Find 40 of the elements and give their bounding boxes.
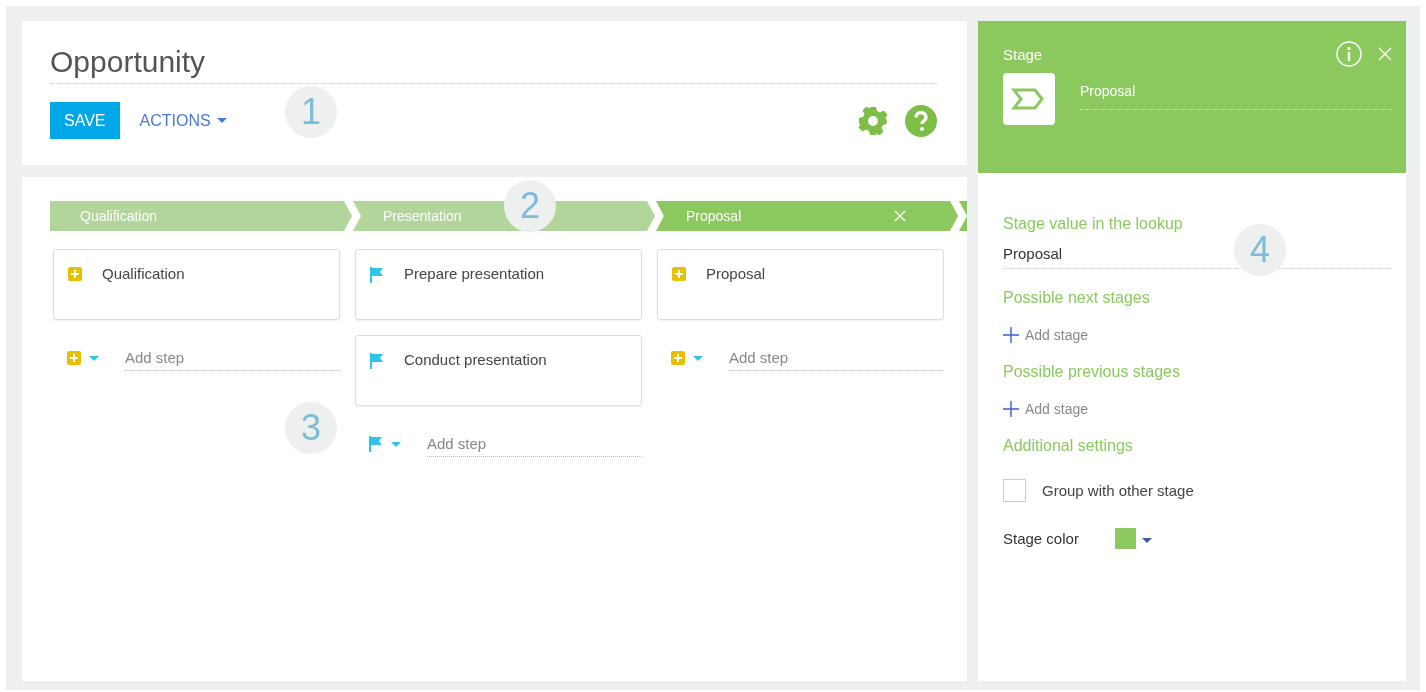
checkbox[interactable]	[1003, 479, 1026, 502]
add-stage-link[interactable]: Add stage	[1003, 401, 1392, 417]
add-stage-link[interactable]: Add stage	[1003, 327, 1392, 343]
flag-icon	[370, 353, 384, 369]
page-title: Opportunity	[50, 45, 937, 84]
step-title: Conduct presentation	[404, 351, 547, 368]
plus-icon	[672, 267, 686, 281]
step-card[interactable]: Qualification	[53, 249, 340, 320]
section-label: Possible previous stages	[1003, 363, 1181, 381]
step-title: Prepare presentation	[404, 265, 545, 282]
plus-icon	[1003, 401, 1019, 417]
checkbox-label: Group with other stage	[1042, 482, 1194, 499]
chevron-icon	[1003, 73, 1055, 125]
stage-name-field[interactable]: Proposal	[1080, 83, 1392, 110]
close-icon[interactable]	[1378, 47, 1392, 61]
flag-icon	[369, 436, 383, 452]
step-card[interactable]: Conduct presentation	[355, 335, 642, 406]
save-button[interactable]: SAVE	[50, 102, 120, 139]
section-label: Stage value in the lookup	[1003, 215, 1184, 233]
panel-title: Stage	[1003, 45, 1044, 63]
step-title: Qualification	[102, 265, 185, 282]
field-label: Stage color	[1003, 530, 1080, 547]
plus-icon	[67, 351, 81, 365]
plus-icon	[1003, 327, 1019, 343]
step-title: Proposal	[706, 265, 766, 282]
actions-button[interactable]: ACTIONS	[133, 110, 233, 131]
section-label: Additional settings	[1003, 437, 1134, 455]
settings-icon[interactable]	[857, 104, 889, 137]
help-icon[interactable]	[905, 104, 937, 137]
color-swatch[interactable]	[1115, 528, 1136, 549]
step-card[interactable]: Prepare presentation	[355, 249, 642, 320]
section-label: Possible next stages	[1003, 289, 1151, 307]
stage-tab[interactable]: Proposal	[656, 201, 958, 231]
plus-icon	[68, 267, 82, 281]
flag-icon	[370, 267, 384, 283]
close-icon[interactable]	[894, 210, 906, 222]
step-card[interactable]: Proposal	[657, 249, 944, 320]
info-icon[interactable]	[1336, 41, 1362, 67]
caret-icon[interactable]	[1142, 538, 1152, 543]
plus-icon	[671, 351, 685, 365]
